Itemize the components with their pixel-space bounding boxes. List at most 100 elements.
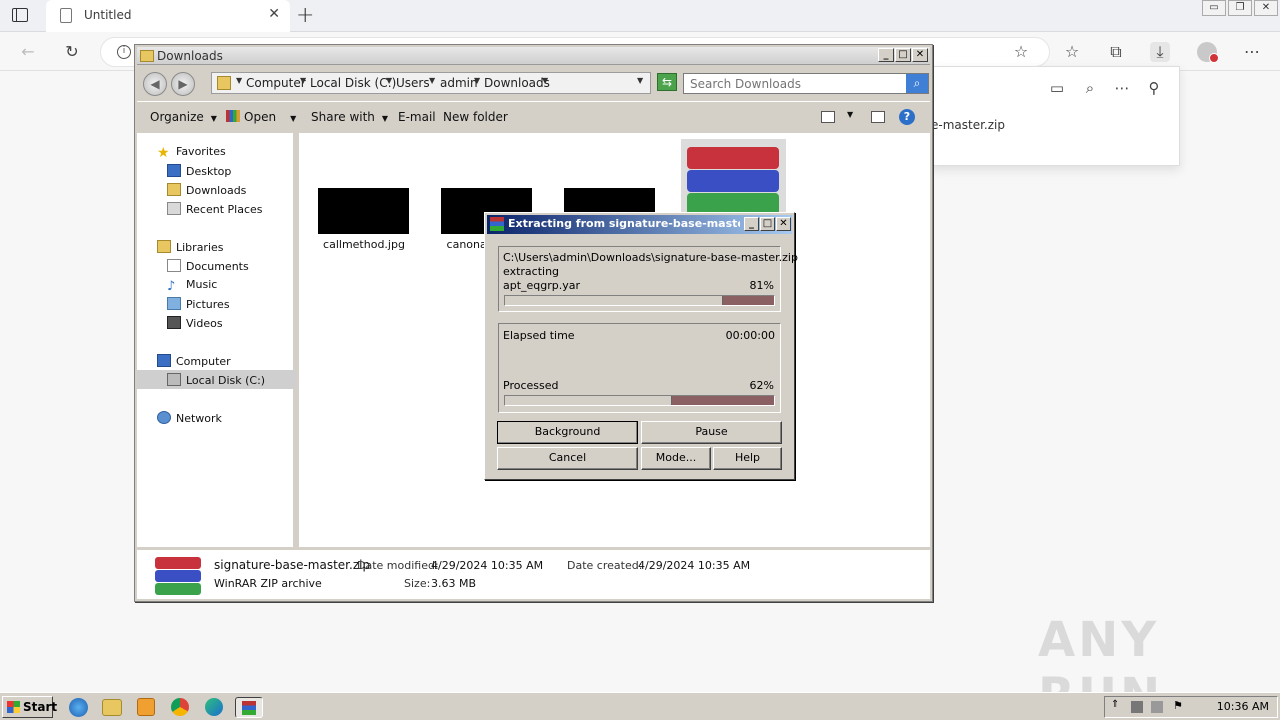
internet-explorer-icon[interactable] [69,698,88,717]
nav-item-local-disk[interactable]: Local Disk (C:) [167,373,265,387]
nav-item-desktop[interactable]: Desktop [167,164,231,178]
file-thumbnail[interactable] [318,188,409,234]
refresh-icon[interactable]: ⇆ [657,73,677,91]
collections-icon[interactable]: ⧉ [1106,42,1126,62]
show-hidden-icons-icon[interactable]: ⇑ [1111,699,1123,711]
change-view-icon[interactable] [821,111,835,123]
archive-thumbnail[interactable] [681,139,786,217]
nav-item-pictures[interactable]: Pictures [167,297,230,311]
close-icon[interactable]: ✕ [1254,0,1278,16]
flag-icon[interactable]: ⚑ [1173,699,1185,712]
info-icon[interactable]: i [117,45,131,59]
pause-button[interactable]: Pause [641,421,782,444]
breadcrumb[interactable]: ▼ Computer ▼ Local Disk (C:) ▼ Users ▼ a… [211,72,651,94]
restore-icon[interactable]: ❐ [1228,0,1252,16]
more-options-icon[interactable]: ⋯ [1113,79,1131,97]
back-arrow-icon[interactable]: ← [18,42,38,62]
back-button[interactable]: ◀ [143,72,167,96]
avatar[interactable] [1197,42,1219,63]
breadcrumb-item[interactable]: Users [396,76,430,90]
media-player-icon[interactable] [137,698,155,716]
clock[interactable]: 10:36 AM [1217,700,1269,713]
cancel-button[interactable]: Cancel [497,447,638,470]
preview-pane-icon[interactable] [871,111,885,123]
chevron-down-icon[interactable]: ▼ [386,76,392,85]
search-icon[interactable]: ⌕ [1081,79,1099,97]
new-folder-button[interactable]: New folder [443,110,508,124]
nav-item-network[interactable]: Network [157,411,222,425]
mode-button[interactable]: Mode... [641,447,711,470]
chrome-icon[interactable] [171,698,189,716]
forward-button[interactable]: ▶ [171,72,195,96]
close-icon[interactable]: ✕ [776,217,791,231]
favorites-icon[interactable]: ☆ [1062,42,1082,62]
chevron-down-icon[interactable]: ▼ [429,76,435,85]
address-history-icon[interactable]: ▼ [637,76,643,85]
search-icon[interactable]: ⌕ [906,74,928,93]
chevron-down-icon[interactable]: ▼ [474,76,480,85]
nav-item-libraries[interactable]: Libraries [157,240,224,254]
nav-label: Recent Places [186,203,263,216]
chevron-down-icon[interactable]: ▼ [847,110,853,119]
download-item-name[interactable]: e-master.zip [931,118,1005,132]
elapsed-time-value: 00:00:00 [725,329,775,342]
chevron-down-icon[interactable]: ▼ [236,76,242,85]
search-input[interactable] [684,74,904,93]
dialog-title-bar[interactable]: Extracting from signature-base-maste... … [487,215,792,234]
pin-icon[interactable]: ⚲ [1145,79,1163,97]
winrar-icon [155,557,201,595]
downloads-folder-icon [167,183,181,196]
start-button[interactable]: Start [2,696,57,718]
background-button[interactable]: Background [497,421,638,444]
chevron-down-icon[interactable]: ▼ [542,76,548,85]
network-tray-icon[interactable] [1131,701,1143,713]
nav-item-computer[interactable]: Computer [157,354,231,368]
edge-icon[interactable] [205,698,223,716]
nav-item-music[interactable]: ♪ Music [167,278,217,294]
winrar-taskbar-button[interactable] [235,697,263,718]
minimize-icon[interactable]: _ [878,48,894,62]
more-menu-icon[interactable]: ⋯ [1242,42,1262,62]
downloads-icon[interactable]: ⤓ [1150,42,1170,62]
chevron-down-icon[interactable]: ▼ [300,76,306,85]
browser-tab[interactable]: Untitled ✕ [46,0,290,32]
tab-actions-icon[interactable] [12,8,28,22]
maximize-icon[interactable]: □ [760,217,775,231]
nav-item-favorites[interactable]: ★ Favorites [157,145,226,161]
organize-button[interactable]: Organize ▼ [150,110,217,124]
nav-item-videos[interactable]: Videos [167,316,223,330]
add-favorite-icon[interactable]: ☆ [1011,42,1031,62]
navigation-pane: ★ Favorites Desktop Downloads Recent Plac… [137,133,296,547]
new-tab-button[interactable]: + [296,3,314,28]
help-icon[interactable]: ? [899,109,915,125]
winrar-icon [242,701,256,715]
minimize-icon[interactable]: _ [744,217,759,231]
display-tray-icon[interactable] [1151,701,1163,713]
refresh-icon[interactable]: ↻ [62,42,82,62]
open-button[interactable]: Open ▼ [226,110,296,124]
nav-item-recent-places[interactable]: Recent Places [167,202,263,216]
file-name[interactable]: callmethod.jpg [309,238,419,251]
file-explorer-icon[interactable] [102,699,122,716]
close-icon[interactable]: ✕ [912,48,928,62]
breadcrumb-item[interactable]: Computer [246,76,306,90]
current-file-group: C:\Users\admin\Downloads\signature-base-… [498,246,798,312]
processed-percent: 62% [749,379,774,392]
email-button[interactable]: E-mail [398,110,436,124]
explorer-title-bar[interactable]: Downloads _ □ ✕ [137,47,930,65]
date-created-value: 4/29/2024 10:35 AM [638,559,751,572]
progress-fill [505,296,723,305]
breadcrumb-item[interactable]: admin [440,76,478,90]
nav-item-downloads[interactable]: Downloads [167,183,246,197]
help-button[interactable]: Help [713,447,782,470]
breadcrumb-item[interactable]: Local Disk (C:) [310,76,396,90]
maximize-icon[interactable]: □ [895,48,911,62]
open-folder-icon[interactable]: ▭ [1048,79,1066,97]
share-with-button[interactable]: Share with ▼ [311,110,388,124]
breadcrumb-item[interactable]: Downloads [484,76,550,90]
nav-item-documents[interactable]: Documents [167,259,249,273]
downloads-flyout: ▭ ⌕ ⋯ ⚲ e-master.zip [930,66,1180,166]
chevron-down-icon: ▼ [381,114,389,123]
minimize-icon[interactable]: ▭ [1202,0,1226,16]
tab-close-icon[interactable]: ✕ [268,6,280,22]
